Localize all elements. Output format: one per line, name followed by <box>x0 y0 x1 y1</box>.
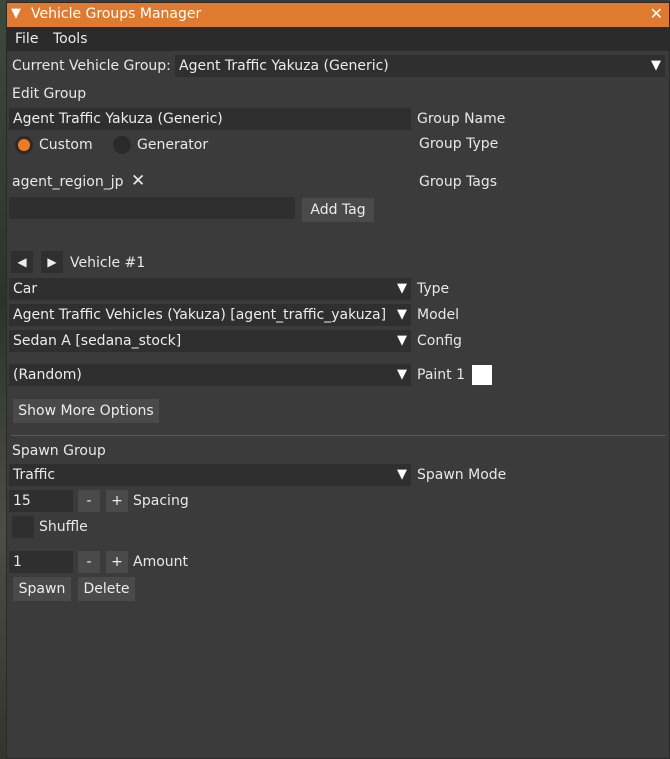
current-group-label: Current Vehicle Group: <box>12 58 171 74</box>
paint-label: Paint 1 <box>417 367 466 383</box>
vehicle-type-select[interactable]: Car ▼ <box>9 278 411 300</box>
menu-bar: File Tools <box>7 27 669 51</box>
vehicle-number-label: Vehicle #1 <box>70 255 146 271</box>
add-tag-button[interactable]: Add Tag <box>302 198 374 222</box>
spacing-input[interactable]: 15 <box>9 490 73 512</box>
group-tags-label: Group Tags <box>419 174 498 190</box>
group-name-label: Group Name <box>417 111 506 127</box>
next-vehicle-icon[interactable]: ▶ <box>41 251 63 273</box>
shuffle-label: Shuffle <box>39 519 88 535</box>
vehicle-groups-window: ▼ Vehicle Groups Manager ✕ File Tools Cu… <box>6 2 670 759</box>
vehicle-config-value: Sedan A [sedana_stock] <box>13 333 182 349</box>
prev-vehicle-icon[interactable]: ◀ <box>11 251 33 273</box>
spawn-mode-select[interactable]: Traffic ▼ <box>9 464 411 486</box>
amount-label: Amount <box>133 554 189 570</box>
vehicle-model-select[interactable]: Agent Traffic Vehicles (Yakuza) [agent_t… <box>9 304 411 326</box>
spawn-button[interactable]: Spawn <box>13 577 71 601</box>
vehicle-model-label: Model <box>417 307 460 323</box>
current-group-select[interactable]: Agent Traffic Yakuza (Generic) ▼ <box>175 55 665 77</box>
remove-tag-icon[interactable]: ✕ <box>131 171 145 191</box>
paint-value: (Random) <box>13 367 82 383</box>
chevron-down-icon: ▼ <box>397 281 407 296</box>
vehicle-type-label: Type <box>417 281 450 297</box>
paint-select[interactable]: (Random) ▼ <box>9 364 411 386</box>
radio-custom[interactable] <box>15 136 33 154</box>
amount-increment-button[interactable]: + <box>106 551 128 573</box>
spacing-label: Spacing <box>133 493 189 509</box>
group-name-input[interactable]: Agent Traffic Yakuza (Generic) <box>9 108 411 130</box>
edit-group-header: Edit Group <box>12 86 87 102</box>
show-more-options-button[interactable]: Show More Options <box>13 399 159 423</box>
amount-decrement-button[interactable]: - <box>78 551 100 573</box>
vehicle-config-label: Config <box>417 333 462 349</box>
chevron-down-icon: ▼ <box>651 58 661 73</box>
vehicle-type-value: Car <box>13 281 38 297</box>
paint-color-swatch[interactable] <box>472 365 492 385</box>
spawn-mode-label: Spawn Mode <box>417 467 507 483</box>
spacing-increment-button[interactable]: + <box>106 490 128 512</box>
tag-input[interactable] <box>9 197 295 219</box>
spawn-group-header: Spawn Group <box>12 443 106 459</box>
vehicle-model-value: Agent Traffic Vehicles (Yakuza) [agent_t… <box>13 307 387 323</box>
vehicle-config-select[interactable]: Sedan A [sedana_stock] ▼ <box>9 330 411 352</box>
title-bar[interactable]: ▼ Vehicle Groups Manager ✕ <box>7 3 669 27</box>
delete-button[interactable]: Delete <box>78 577 135 601</box>
spawn-mode-value: Traffic <box>13 467 56 483</box>
amount-input[interactable]: 1 <box>9 551 73 573</box>
chevron-down-icon: ▼ <box>397 367 407 382</box>
spacing-decrement-button[interactable]: - <box>78 490 100 512</box>
shuffle-checkbox[interactable] <box>12 516 34 538</box>
radio-generator-label: Generator <box>137 137 209 153</box>
chevron-down-icon: ▼ <box>397 333 407 348</box>
section-divider <box>11 435 665 436</box>
radio-generator[interactable] <box>113 136 131 154</box>
menu-tools[interactable]: Tools <box>53 31 88 47</box>
close-icon[interactable]: ✕ <box>650 4 663 23</box>
collapse-triangle-icon[interactable]: ▼ <box>11 6 21 21</box>
window-title: Vehicle Groups Manager <box>31 6 202 22</box>
group-type-label: Group Type <box>419 136 499 152</box>
menu-file[interactable]: File <box>15 31 38 47</box>
radio-custom-label: Custom <box>39 137 93 153</box>
current-group-value: Agent Traffic Yakuza (Generic) <box>179 58 389 74</box>
chevron-down-icon: ▼ <box>397 307 407 322</box>
chevron-down-icon: ▼ <box>397 467 407 482</box>
group-tag: agent_region_jp <box>12 174 124 190</box>
